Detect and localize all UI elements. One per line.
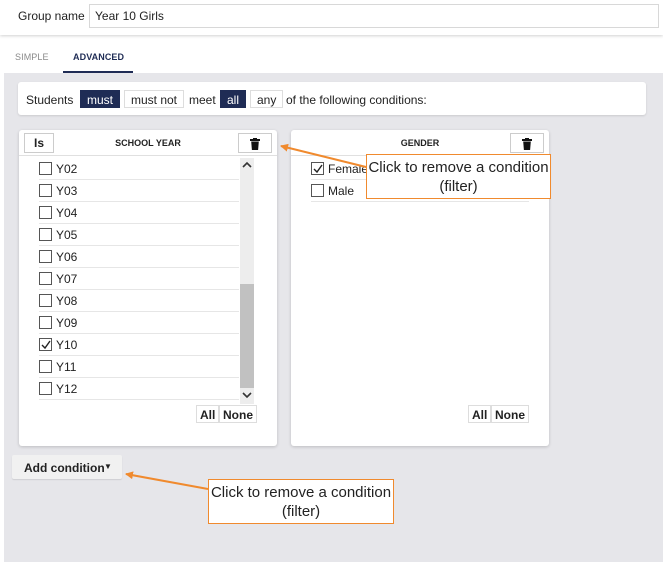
school-year-option-label: Y07 bbox=[56, 272, 78, 286]
school-year-option-label: Y05 bbox=[56, 228, 78, 242]
must-toggle[interactable]: must bbox=[80, 90, 121, 108]
delete-school-year-button[interactable] bbox=[238, 133, 272, 153]
gender-checkbox[interactable] bbox=[311, 162, 324, 175]
add-condition-button[interactable]: Add condition ▼ bbox=[12, 455, 122, 479]
school-year-option-label: Y04 bbox=[56, 206, 78, 220]
tab-simple[interactable]: SIMPLE bbox=[15, 52, 49, 62]
trash-icon bbox=[250, 138, 260, 150]
school-year-checkbox[interactable] bbox=[39, 184, 52, 197]
meet-label: meet bbox=[189, 93, 216, 107]
scrollbar-thumb[interactable] bbox=[240, 284, 254, 388]
gender-option-label: Male bbox=[328, 184, 355, 198]
select-all-gender-button[interactable]: All bbox=[468, 405, 492, 423]
school-year-checkbox[interactable] bbox=[39, 162, 52, 175]
school-year-checkbox[interactable] bbox=[39, 206, 52, 219]
school-year-checkbox[interactable] bbox=[39, 250, 52, 263]
school-year-option[interactable]: Y06 bbox=[39, 246, 239, 268]
add-condition-label: Add condition bbox=[24, 461, 105, 475]
school-year-option[interactable]: Y04 bbox=[39, 202, 239, 224]
school-year-checkbox[interactable] bbox=[39, 272, 52, 285]
school-year-option-label: Y12 bbox=[56, 382, 78, 396]
school-year-filter-panel: Is SCHOOL YEAR Y02 Y03 Y04 Y05 Y06 Y07 Y08 Y09 Y… bbox=[19, 130, 277, 446]
check-icon bbox=[313, 164, 323, 174]
group-name-label: Group name bbox=[18, 9, 85, 23]
select-all-school-year-button[interactable]: All bbox=[196, 405, 220, 423]
school-year-option-label: Y03 bbox=[56, 184, 78, 198]
chevron-up-icon[interactable] bbox=[242, 161, 252, 171]
delete-gender-button[interactable] bbox=[510, 133, 544, 153]
school-year-option[interactable]: Y08 bbox=[39, 290, 239, 312]
check-icon bbox=[41, 340, 51, 350]
school-year-checkbox[interactable] bbox=[39, 338, 52, 351]
gender-option-label: Female bbox=[328, 162, 369, 176]
select-none-school-year-button[interactable]: None bbox=[219, 405, 257, 423]
gender-panel-header: GENDER bbox=[291, 130, 549, 156]
school-year-panel-header: Is SCHOOL YEAR bbox=[19, 130, 277, 156]
trash-icon bbox=[522, 138, 532, 150]
school-year-option-label: Y09 bbox=[56, 316, 78, 330]
school-year-checkbox[interactable] bbox=[39, 360, 52, 373]
all-toggle[interactable]: all bbox=[220, 90, 247, 108]
group-name-input[interactable] bbox=[89, 4, 659, 28]
school-year-option-label: Y08 bbox=[56, 294, 78, 308]
any-toggle[interactable]: any bbox=[250, 90, 284, 108]
delete-filter-callout: Click to remove a condition (filter) bbox=[366, 154, 551, 199]
school-year-option-label: Y11 bbox=[56, 360, 77, 374]
condition-suffix: of the following conditions: bbox=[286, 93, 427, 107]
condition-match-bar: Students must must not meet all any of t… bbox=[18, 82, 646, 115]
select-none-gender-button[interactable]: None bbox=[491, 405, 529, 423]
school-year-option[interactable]: Y12 bbox=[39, 378, 239, 400]
school-year-checkbox[interactable] bbox=[39, 316, 52, 329]
school-year-option[interactable]: Y10 bbox=[39, 334, 239, 356]
school-year-option[interactable]: Y11 bbox=[39, 356, 239, 378]
school-year-option-label: Y10 bbox=[56, 338, 78, 352]
school-year-checkbox[interactable] bbox=[39, 382, 52, 395]
school-year-option[interactable]: Y03 bbox=[39, 180, 239, 202]
caret-down-icon: ▼ bbox=[104, 462, 112, 471]
school-year-option[interactable]: Y07 bbox=[39, 268, 239, 290]
school-year-scrollbar[interactable] bbox=[240, 158, 254, 404]
school-year-option[interactable]: Y05 bbox=[39, 224, 239, 246]
chevron-down-icon[interactable] bbox=[242, 391, 252, 401]
school-year-option-label: Y02 bbox=[56, 162, 78, 176]
add-condition-callout: Click to remove a condition (filter) bbox=[208, 479, 394, 524]
school-year-checkbox[interactable] bbox=[39, 294, 52, 307]
group-name-bar: Group name bbox=[0, 0, 663, 35]
school-year-option-label: Y06 bbox=[56, 250, 78, 264]
school-year-option[interactable]: Y09 bbox=[39, 312, 239, 334]
must-not-toggle[interactable]: must not bbox=[124, 90, 185, 108]
school-year-list: Y02 Y03 Y04 Y05 Y06 Y07 Y08 Y09 Y10 Y11 Y12 bbox=[39, 158, 239, 404]
school-year-option[interactable]: Y02 bbox=[39, 158, 239, 180]
tab-bar: SIMPLE ADVANCED bbox=[0, 44, 663, 74]
school-year-checkbox[interactable] bbox=[39, 228, 52, 241]
tab-advanced[interactable]: ADVANCED bbox=[73, 52, 124, 62]
condition-subject: Students bbox=[26, 93, 74, 107]
gender-checkbox[interactable] bbox=[311, 184, 324, 197]
